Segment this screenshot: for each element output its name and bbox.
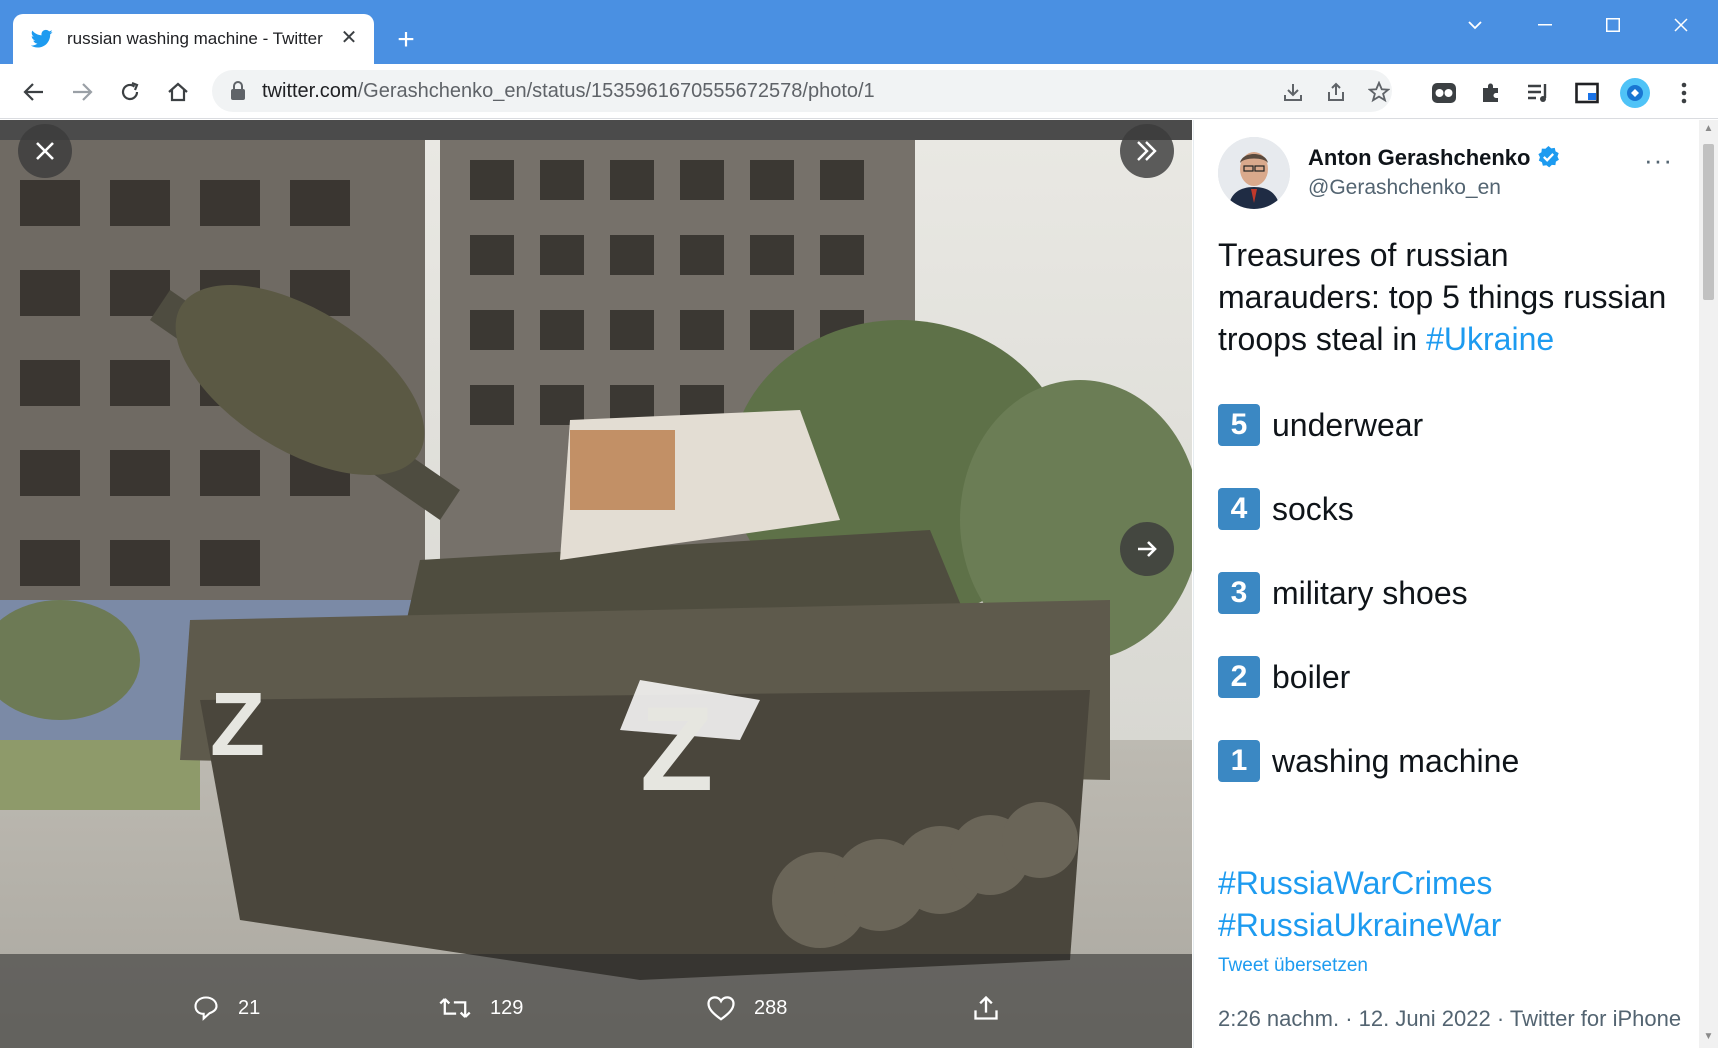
media-viewer: Z Z 21 129 288	[0, 120, 1192, 1048]
list-item: 2 boiler	[1218, 656, 1350, 698]
keycap-5-icon: 5	[1218, 404, 1260, 446]
list-item-label: socks	[1272, 490, 1354, 527]
address-bar[interactable]: twitter.com/Gerashchenko_en/status/15359…	[212, 70, 1392, 112]
forward-icon[interactable]	[64, 74, 100, 110]
tweet-photo[interactable]: Z Z	[0, 140, 1192, 1048]
extension-glasses-icon[interactable]	[1429, 78, 1459, 108]
share-upload-icon	[974, 995, 998, 1020]
list-item: 4 socks	[1218, 488, 1354, 530]
browser-tab-strip: russian washing machine - Twitter ✕ +	[0, 0, 1718, 64]
list-item-label: underwear	[1272, 406, 1424, 443]
author-avatar[interactable]	[1218, 137, 1290, 209]
maximize-icon[interactable]	[1590, 10, 1636, 40]
arrow-right-icon	[1138, 541, 1157, 557]
tweet-action-bar: 21 129 288	[0, 954, 1192, 1048]
double-chevron-right-icon	[1137, 141, 1157, 161]
scroll-down-icon[interactable]: ▼	[1703, 1032, 1714, 1042]
expand-panel-button[interactable]	[1120, 124, 1174, 178]
browser-menu-icon[interactable]	[1669, 78, 1699, 108]
tab-title: russian washing machine - Twitter	[67, 29, 323, 48]
close-window-icon[interactable]	[1658, 10, 1704, 40]
retweet-icon	[439, 998, 471, 1018]
hashtag-list: #RussiaWarCrimes #RussiaUkraineWar	[1218, 862, 1501, 946]
bookmark-star-icon[interactable]	[1366, 79, 1392, 105]
close-icon	[36, 142, 54, 160]
list-item: 3 military shoes	[1218, 572, 1468, 614]
svg-text:Z: Z	[210, 675, 265, 775]
retweet-count: 129	[490, 996, 524, 1019]
author-name[interactable]: Anton Gerashchenko	[1308, 145, 1530, 171]
list-item: 5 underwear	[1218, 404, 1423, 446]
list-item-label: boiler	[1272, 658, 1351, 695]
lock-icon[interactable]	[230, 81, 250, 101]
share-icon[interactable]	[1323, 79, 1349, 105]
new-tab-button[interactable]: +	[390, 24, 422, 56]
install-app-icon[interactable]	[1280, 79, 1306, 105]
media-control-icon[interactable]	[1523, 78, 1553, 108]
hashtag-russiawarcrimes[interactable]: #RussiaWarCrimes	[1218, 862, 1501, 904]
browser-toolbar: twitter.com/Gerashchenko_en/status/15359…	[0, 64, 1718, 119]
tab-search-icon[interactable]	[1452, 10, 1498, 40]
hashtag-ukraine[interactable]: #Ukraine	[1426, 321, 1554, 357]
keycap-3-icon: 3	[1218, 572, 1260, 614]
tweet-detail-panel: Anton Gerashchenko @Gerashchenko_en ··· …	[1193, 120, 1699, 1048]
extensions-puzzle-icon[interactable]	[1476, 78, 1506, 108]
keycap-1-icon: 1	[1218, 740, 1260, 782]
panel-scrollbar[interactable]: ▲ ▼	[1699, 120, 1718, 1048]
url-text[interactable]: twitter.com/Gerashchenko_en/status/15359…	[262, 80, 875, 103]
list-item: 1 washing machine	[1218, 740, 1519, 782]
retweet-button[interactable]: 129	[438, 994, 523, 1022]
hashtag-russiaukrainewar[interactable]: #RussiaUkraineWar	[1218, 904, 1501, 946]
share-tweet-button[interactable]	[972, 994, 1018, 1022]
svg-text:Z: Z	[640, 682, 713, 816]
scrollbar-thumb[interactable]	[1703, 144, 1714, 300]
close-viewer-button[interactable]	[18, 124, 72, 178]
list-item-label: military shoes	[1272, 574, 1468, 611]
side-panel-icon[interactable]	[1572, 78, 1602, 108]
list-item-label: washing machine	[1272, 742, 1520, 779]
reload-icon[interactable]	[112, 74, 148, 110]
more-options-button[interactable]: ···	[1644, 145, 1673, 176]
translate-tweet-link[interactable]: Tweet übersetzen	[1218, 955, 1368, 977]
tweet-timestamp[interactable]: 2:26 nachm. · 12. Juni 2022 · Twitter fo…	[1218, 1004, 1688, 1034]
reply-button[interactable]: 21	[192, 994, 260, 1022]
keycap-2-icon: 2	[1218, 656, 1260, 698]
reply-icon	[194, 996, 218, 1021]
like-button[interactable]: 288	[706, 994, 787, 1022]
keycap-4-icon: 4	[1218, 488, 1260, 530]
next-image-button[interactable]	[1120, 522, 1174, 576]
minimize-icon[interactable]	[1522, 10, 1568, 40]
browser-tab[interactable]: russian washing machine - Twitter ✕	[13, 14, 374, 64]
verified-badge-icon	[1536, 145, 1561, 170]
scroll-up-icon[interactable]: ▲	[1703, 124, 1714, 134]
close-tab-icon[interactable]: ✕	[338, 27, 360, 49]
like-count: 288	[754, 996, 788, 1019]
twitter-bird-icon	[31, 28, 53, 50]
heart-icon	[707, 996, 735, 1021]
tweet-text: Treasures of russian marauders: top 5 th…	[1218, 234, 1678, 360]
back-icon[interactable]	[16, 74, 52, 110]
home-icon[interactable]	[160, 74, 196, 110]
author-handle[interactable]: @Gerashchenko_en	[1308, 176, 1501, 200]
reply-count: 21	[238, 996, 261, 1019]
profile-avatar-icon[interactable]	[1620, 78, 1650, 108]
